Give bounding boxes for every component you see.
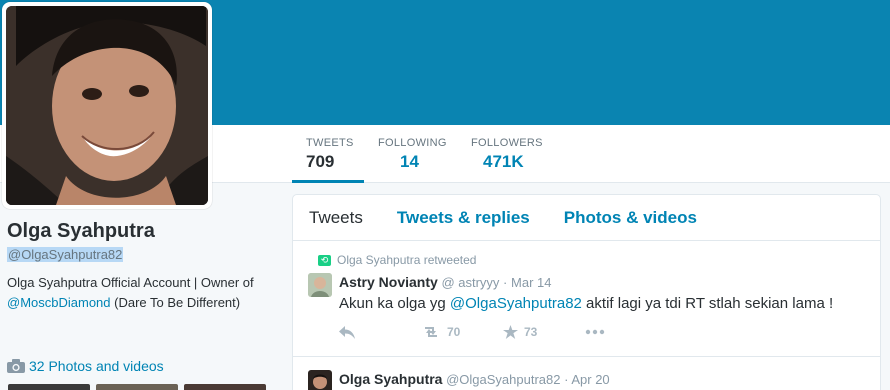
more-dots-icon [585,329,605,335]
tab-photos-and-videos[interactable]: Photos & videos [564,208,697,228]
photos-videos-link[interactable]: 32 Photos and videos [7,358,164,374]
profile-name[interactable]: Olga Syahputra [7,220,267,243]
stat-following[interactable]: FOLLOWING 14 [378,125,458,183]
star-icon [503,325,518,339]
tweet-author-handle[interactable]: @ astryyy [441,275,499,290]
tweet-date[interactable]: Mar 14 [511,275,551,290]
retweet-icon [425,327,437,337]
favorite-button[interactable]: 73 [503,325,585,339]
tweet-author-avatar[interactable] [308,273,332,297]
stat-followers[interactable]: FOLLOWERS 471K [471,125,551,183]
tweet-item[interactable]: ⟲ Olga Syahputra retweeted Astry Noviant… [293,241,880,357]
profile-avatar-image [6,6,208,205]
bio-mention-link[interactable]: @MoscbDiamond [7,295,111,310]
tab-tweets-and-replies[interactable]: Tweets & replies [397,208,530,228]
favorite-count: 73 [524,325,538,339]
photo-thumbnails [8,384,266,390]
retweet-button[interactable]: 70 [421,325,503,339]
timeline: Tweets Tweets & replies Photos & videos … [292,194,881,390]
stat-following-label: FOLLOWING [378,137,447,149]
stat-tweets[interactable]: TWEETS 709 [292,125,364,183]
profile-bio: Olga Syahputra Official Account | Owner … [7,273,267,313]
reply-button[interactable] [339,325,421,339]
profile-handle[interactable]: @OlgaSyahputra82 [7,247,124,262]
reply-icon [339,325,355,339]
bio-text-suffix: (Dare To Be Different) [110,295,241,310]
photo-thumbnail[interactable] [184,384,266,390]
tweet-author-avatar[interactable] [308,370,332,390]
tweet-header: Olga Syahputra @OlgaSyahputra82 · Apr 20 [339,371,610,387]
profile-avatar[interactable] [2,2,212,209]
tweet-date[interactable]: Apr 20 [571,372,609,387]
tweet-author-name[interactable]: Astry Novianty [339,274,438,290]
camera-icon [7,359,25,373]
tweet-separator: · [564,372,569,387]
tweet-mention-link[interactable]: @OlgaSyahputra82 [450,295,582,312]
retweet-badge-icon: ⟲ [318,254,331,266]
tweet-text-prefix: Akun ka olga yg [339,295,450,312]
tweet-author-handle[interactable]: @OlgaSyahputra82 [446,372,560,387]
tweet-text-suffix: aktif lagi ya tdi RT stlah sekian lama ! [581,295,834,312]
retweet-count: 70 [447,325,461,339]
tweet-text: Akun ka olga yg @OlgaSyahputra82 aktif l… [339,295,833,312]
photos-videos-label: 32 Photos and videos [29,358,164,374]
profile-card: Olga Syahputra @OlgaSyahputra82 Olga Sya… [7,220,267,313]
tab-tweets[interactable]: Tweets [309,208,363,228]
tweet-header: Astry Novianty @ astryyy · Mar 14 [339,274,551,290]
retweet-context-label: Olga Syahputra retweeted [337,253,477,267]
tweet-separator: · [503,275,508,290]
stat-followers-label: FOLLOWERS [471,137,543,149]
retweet-context: ⟲ Olga Syahputra retweeted [318,253,476,267]
bio-text-prefix: Olga Syahputra Official Account | Owner … [7,275,254,290]
tweet-actions: 70 73 [339,325,667,339]
stat-following-value: 14 [400,152,419,171]
photo-thumbnail[interactable] [8,384,90,390]
more-button[interactable] [585,329,667,335]
timeline-tabs: Tweets Tweets & replies Photos & videos [293,195,880,241]
tweet-item[interactable]: Olga Syahputra @OlgaSyahputra82 · Apr 20 [293,357,880,390]
tweet-author-name[interactable]: Olga Syahputra [339,371,442,387]
stat-followers-value: 471K [483,152,524,171]
stat-tweets-value: 709 [306,152,335,171]
photo-thumbnail[interactable] [96,384,178,390]
stat-tweets-label: TWEETS [306,137,354,149]
